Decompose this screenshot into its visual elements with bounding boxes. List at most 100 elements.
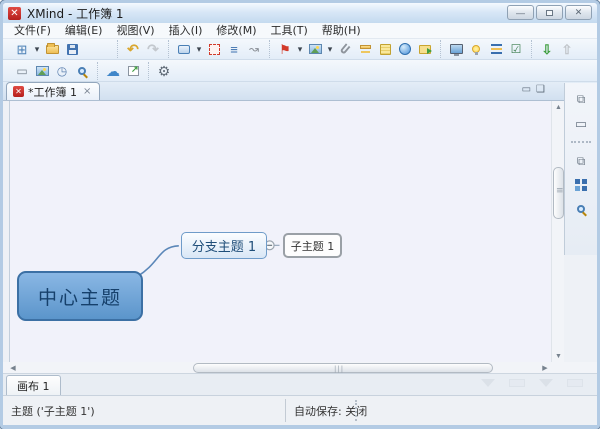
notes-icon — [379, 43, 391, 55]
insert-topic-icon — [178, 44, 190, 54]
share-download-icon: ⇩ — [541, 41, 553, 57]
brainstorming-button[interactable] — [466, 40, 486, 58]
ghost-shape — [481, 379, 495, 387]
marker-flag-button[interactable]: ⚑ — [275, 40, 295, 58]
horizontal-scrollbar[interactable]: ◀ ▶ — [3, 362, 597, 374]
brainstorming-icon — [472, 45, 480, 55]
minimize-button[interactable]: — — [507, 5, 534, 20]
menu-item-6[interactable]: 帮助(H) — [315, 23, 368, 38]
scroll-right-icon[interactable]: ▶ — [539, 362, 551, 373]
scroll-left-icon[interactable]: ◀ — [7, 362, 19, 373]
sheet-tab-canvas-1[interactable]: 画布 1 — [6, 375, 61, 395]
task-icon: ☑ — [510, 42, 522, 56]
branch-topic-1[interactable]: 分支主题 1 — [181, 232, 267, 259]
drill-down-button[interactable] — [486, 40, 506, 58]
vertical-scroll-thumb[interactable] — [553, 167, 564, 219]
ghost-shape — [567, 379, 583, 387]
zoom-panel-button[interactable] — [569, 199, 593, 219]
open-folder-icon — [45, 42, 59, 54]
open-folder-button[interactable] — [42, 40, 62, 58]
restore-panes-icon: ⧉ — [576, 92, 586, 106]
redo-icon: ↷ — [147, 41, 159, 57]
task-button[interactable]: ☑ — [506, 40, 526, 58]
dropdown-button[interactable]: ▾ — [32, 40, 42, 58]
summary-button[interactable]: ≡ — [224, 40, 244, 58]
dropdown-icon: ▾ — [297, 43, 303, 54]
ghost-shape — [509, 379, 525, 387]
menu-item-1[interactable]: 编辑(E) — [58, 23, 110, 38]
menu-bar: 文件(F) 编辑(E) 视图(V) 插入(I) 修改(M) 工具(T) 帮助(H) — [3, 23, 597, 39]
notes-button[interactable] — [375, 40, 395, 58]
dropdown-button[interactable]: ▾ — [194, 40, 204, 58]
dropdown-button[interactable]: ▾ — [295, 40, 305, 58]
cloud-upload-button[interactable]: ☁ — [103, 62, 123, 80]
outline-view-icon — [575, 179, 580, 184]
frame-button[interactable]: ▭ — [12, 62, 32, 80]
properties-panel-icon: ▭ — [574, 115, 588, 131]
redo-button[interactable]: ↷ — [143, 40, 163, 58]
export-icon — [127, 65, 139, 76]
label-button[interactable] — [355, 40, 375, 58]
status-selection-text: 主题 ('子主题 1') — [11, 404, 95, 418]
panel-strip-divider — [571, 141, 591, 143]
sheet-bar-ghost-buttons — [481, 379, 583, 387]
properties-panel-button[interactable]: ▭ — [569, 113, 593, 133]
editor-area: 中心主题 分支主题 1 子主题 1 ▲ ▼ ⧉ ▭ ⧉ — [3, 83, 597, 362]
restore-panes-button[interactable]: ⧉ — [569, 89, 593, 109]
outline-view-button[interactable] — [569, 175, 593, 195]
dropdown-button[interactable]: ▾ — [325, 40, 335, 58]
menu-item-3[interactable]: 插入(I) — [162, 23, 210, 38]
title-bar[interactable]: ✕ XMind - 工作簿 1 — ✕ — [3, 3, 597, 23]
mindmap-canvas[interactable]: 中心主题 分支主题 1 子主题 1 — [9, 101, 551, 362]
vertical-scrollbar[interactable]: ▲ ▼ — [551, 101, 564, 362]
menu-item-5[interactable]: 工具(T) — [263, 23, 314, 38]
toolbar-group: ⊞ ▾ — [7, 40, 87, 58]
maximize-button[interactable] — [536, 5, 563, 20]
scroll-down-icon[interactable]: ▼ — [552, 350, 565, 362]
export-button[interactable] — [123, 62, 143, 80]
boundary-button[interactable] — [204, 40, 224, 58]
insert-topic-button[interactable] — [174, 40, 194, 58]
window-title: XMind - 工作簿 1 — [27, 6, 124, 21]
style-icon — [35, 65, 49, 76]
toolbar-group: ▭ ◷ — [7, 62, 97, 80]
tab-workbook-1[interactable]: ✕ *工作簿 1 × — [6, 82, 101, 100]
zoom-page-button[interactable] — [72, 62, 92, 80]
pane-buttons: ▭ ❑ — [522, 85, 545, 95]
style-button[interactable] — [32, 62, 52, 80]
share-upload-button[interactable]: ⇧ — [557, 40, 577, 58]
new-document-button[interactable]: ⊞ — [12, 40, 32, 58]
close-button[interactable]: ✕ — [565, 5, 592, 20]
settings-gear-button[interactable]: ⚙ — [154, 62, 174, 80]
undo-button[interactable]: ↶ — [123, 40, 143, 58]
central-topic[interactable]: 中心主题 — [17, 271, 143, 321]
insert-image-button[interactable] — [305, 40, 325, 58]
editor-tab-bar: ✕ *工作簿 1 × ▭ ❑ — [3, 82, 597, 101]
horizontal-scroll-thumb[interactable] — [193, 363, 493, 373]
dropdown-icon: ▾ — [196, 43, 202, 54]
label-icon — [359, 45, 371, 49]
menu-item-0[interactable]: 文件(F) — [7, 23, 58, 38]
ghost-shape — [539, 379, 553, 387]
restore-panes-2-button[interactable]: ⧉ — [569, 151, 593, 171]
sub-topic-1-selected[interactable]: 子主题 1 — [283, 233, 342, 258]
timer-icon: ◷ — [56, 63, 68, 78]
save-icon — [66, 43, 78, 55]
menu-item-2[interactable]: 视图(V) — [109, 23, 161, 38]
minimize-pane-button[interactable]: ▭ — [522, 85, 531, 95]
timer-button[interactable]: ◷ — [52, 62, 72, 80]
menu-item-4[interactable]: 修改(M) — [209, 23, 263, 38]
restore-pane-button[interactable]: ❑ — [536, 85, 545, 95]
attachment-button[interactable] — [335, 40, 355, 58]
tab-close-icon[interactable]: × — [81, 85, 93, 98]
save-button[interactable] — [62, 40, 82, 58]
dropdown-icon: ▾ — [34, 43, 40, 54]
audio-notes-button[interactable] — [415, 40, 435, 58]
drill-down-icon — [490, 44, 502, 46]
zoom-panel-icon — [577, 205, 585, 213]
presentation-button[interactable] — [446, 40, 466, 58]
hyperlink-button[interactable] — [395, 40, 415, 58]
toolbar-group: ☑ — [440, 40, 531, 58]
share-download-button[interactable]: ⇩ — [537, 40, 557, 58]
relationship-button[interactable]: ↝ — [244, 40, 264, 58]
